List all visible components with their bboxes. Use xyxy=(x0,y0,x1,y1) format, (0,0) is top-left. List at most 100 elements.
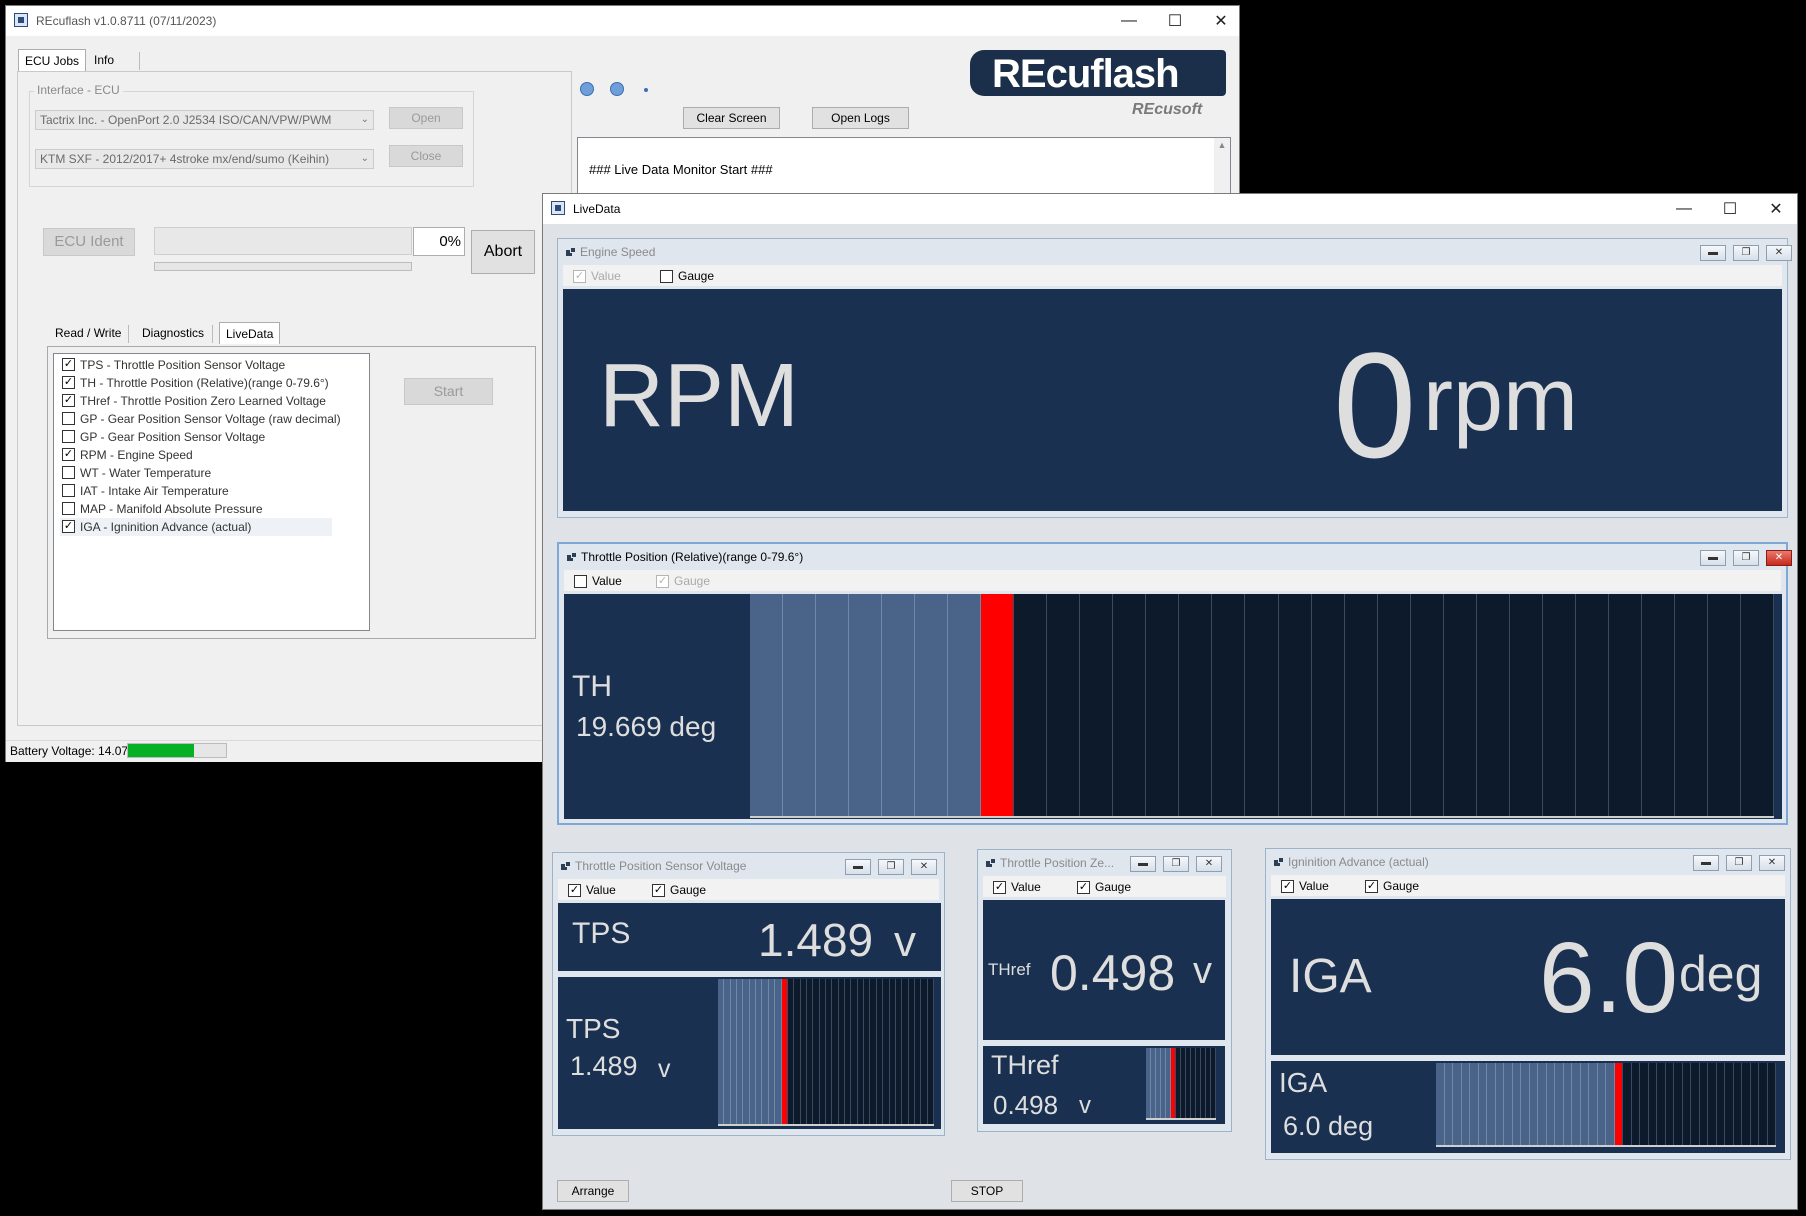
list-item[interactable]: WT - Water Temperature xyxy=(60,464,332,482)
tab-diagnostics[interactable]: Diagnostics xyxy=(136,322,210,344)
engine-speed-options: ✓ Value Gauge xyxy=(563,265,1782,286)
tab-livedata[interactable]: LiveData xyxy=(219,322,281,344)
thref-panel-titlebar[interactable]: Throttle Position Ze... ▬ ❐ ✕ xyxy=(978,850,1231,876)
list-item[interactable]: ✓ THref - Throttle Position Zero Learned … xyxy=(60,392,332,410)
value-checkbox[interactable]: ✓ xyxy=(568,884,581,897)
maximize-icon[interactable]: ☐ xyxy=(1707,194,1753,224)
engine-speed-panel-titlebar[interactable]: Engine Speed ▬ ❐ ✕ xyxy=(558,239,1792,265)
list-item-checkbox[interactable]: ✓ xyxy=(62,394,75,407)
iga-panel-titlebar[interactable]: Igninition Advance (actual) ▬ ❐ ✕ xyxy=(1266,849,1790,875)
iga-panel: Igninition Advance (actual) ▬ ❐ ✕ ✓ Value… xyxy=(1265,848,1791,1160)
panel-icon xyxy=(567,552,577,562)
restore-icon[interactable]: ❐ xyxy=(878,859,904,875)
restore-icon[interactable]: ❐ xyxy=(1733,550,1759,566)
log-text: ### Live Data Monitor Start ### xyxy=(589,162,773,177)
restore-icon[interactable]: ❐ xyxy=(1163,856,1189,872)
thref-gauge-label: THref xyxy=(991,1050,1059,1080)
rpm-unit: rpm xyxy=(1423,350,1578,450)
stop-button[interactable]: STOP xyxy=(951,1180,1023,1202)
list-item-checkbox[interactable]: ✓ xyxy=(62,376,75,389)
ecu-ident-button[interactable]: ECU Ident xyxy=(43,228,135,256)
maximize-icon[interactable]: ☐ xyxy=(1152,6,1198,36)
restore-icon[interactable]: ❐ xyxy=(1733,245,1759,261)
main-window-title: REcuflash v1.0.8711 (07/11/2023) xyxy=(36,14,217,28)
gauge-bar-segment xyxy=(1623,1063,1632,1145)
ecu-select[interactable]: KTM SXF - 2012/2017+ 4stroke mx/end/sumo… xyxy=(35,149,374,169)
status-dot-1 xyxy=(580,82,594,96)
throttle-panel-titlebar[interactable]: Throttle Position (Relative)(range 0-79.… xyxy=(559,544,1792,570)
list-item-checkbox[interactable] xyxy=(62,484,75,497)
list-item[interactable]: MAP - Manifold Absolute Pressure xyxy=(60,500,332,518)
main-titlebar[interactable]: REcuflash v1.0.8711 (07/11/2023) — ☐ ✕ xyxy=(6,6,1239,36)
close-icon[interactable]: ✕ xyxy=(1753,194,1799,224)
interface-group xyxy=(29,91,474,187)
list-item-checkbox[interactable]: ✓ xyxy=(62,520,75,533)
list-item[interactable]: ✓ TH - Throttle Position (Relative)(range… xyxy=(60,374,332,392)
gauge-bar-segment xyxy=(849,594,883,816)
value-checkbox[interactable]: ✓ xyxy=(1281,880,1294,893)
gauge-bar-segment xyxy=(1546,1063,1555,1145)
tab-info[interactable]: Info xyxy=(88,49,120,71)
tab-ecu-jobs[interactable]: ECU Jobs xyxy=(18,49,87,71)
minimize-icon[interactable]: ▬ xyxy=(845,859,871,875)
minimize-icon[interactable]: — xyxy=(1106,6,1152,36)
gauge-bar-segment xyxy=(1575,594,1609,816)
thref-options: ✓ Value ✓ Gauge xyxy=(983,876,1226,897)
close-icon[interactable]: ✕ xyxy=(1759,855,1785,871)
minimize-icon[interactable]: ▬ xyxy=(1700,245,1726,261)
gauge-checkbox[interactable]: ✓ xyxy=(1365,880,1378,893)
list-item[interactable]: ✓ RPM - Engine Speed xyxy=(60,446,332,464)
livedata-titlebar[interactable]: LiveData — ☐ ✕ xyxy=(543,194,1797,224)
list-item-checkbox[interactable] xyxy=(62,466,75,479)
close-icon[interactable]: ✕ xyxy=(1766,245,1792,261)
battery-voltage-label: Battery Voltage: 14.07 xyxy=(10,744,129,758)
list-item[interactable]: GP - Gear Position Sensor Voltage xyxy=(60,428,332,446)
value-checkbox[interactable]: ✓ xyxy=(993,881,1006,894)
list-item[interactable]: GP - Gear Position Sensor Voltage (raw d… xyxy=(60,410,341,428)
interface-select[interactable]: Tactrix Inc. - OpenPort 2.0 J2534 ISO/CA… xyxy=(35,110,374,130)
restore-icon[interactable]: ❐ xyxy=(1726,855,1752,871)
list-item-checkbox[interactable] xyxy=(62,412,75,425)
close-button[interactable]: Close xyxy=(389,145,463,167)
gauge-bar-segment xyxy=(1453,1063,1462,1145)
gauge-option-label: Gauge xyxy=(1383,879,1420,893)
parameter-list[interactable]: ✓ TPS - Throttle Position Sensor Voltage ✓… xyxy=(53,353,370,631)
list-item[interactable]: ✓ TPS - Throttle Position Sensor Voltage xyxy=(60,356,332,374)
minimize-icon[interactable]: — xyxy=(1661,194,1707,224)
gauge-checkbox[interactable]: ✓ xyxy=(656,575,669,588)
list-item-checkbox[interactable]: ✓ xyxy=(62,358,75,371)
minimize-icon[interactable]: ▬ xyxy=(1700,550,1726,566)
panel-icon xyxy=(566,247,576,257)
list-item-label: TH - Throttle Position (Relative)(range … xyxy=(80,376,329,390)
gauge-bar-segment xyxy=(1443,594,1477,816)
gauge-checkbox[interactable]: ✓ xyxy=(652,884,665,897)
list-item-label: WT - Water Temperature xyxy=(80,466,212,480)
close-icon[interactable]: ✕ xyxy=(1198,6,1244,36)
list-item[interactable]: IAT - Intake Air Temperature xyxy=(60,482,332,500)
open-button[interactable]: Open xyxy=(389,107,463,129)
gauge-bar-segment xyxy=(1648,1063,1657,1145)
value-checkbox[interactable]: ✓ xyxy=(573,270,586,283)
start-button[interactable]: Start xyxy=(404,378,493,405)
minimize-icon[interactable]: ▬ xyxy=(1130,856,1156,872)
scroll-up-icon[interactable]: ▲ xyxy=(1214,138,1230,152)
tps-panel-titlebar[interactable]: Throttle Position Sensor Voltage ▬ ❐ ✕ xyxy=(553,853,944,879)
close-icon[interactable]: ✕ xyxy=(1196,856,1222,872)
close-icon[interactable]: ✕ xyxy=(911,859,937,875)
list-item-checkbox[interactable]: ✓ xyxy=(62,448,75,461)
open-logs-button[interactable]: Open Logs xyxy=(812,107,909,129)
list-item[interactable]: ✓ IGA - Igninition Advance (actual) xyxy=(60,518,332,536)
arrange-button[interactable]: Arrange xyxy=(557,1180,629,1202)
value-checkbox[interactable] xyxy=(574,575,587,588)
minimize-icon[interactable]: ▬ xyxy=(1693,855,1719,871)
list-item-checkbox[interactable] xyxy=(62,502,75,515)
list-item-checkbox[interactable] xyxy=(62,430,75,443)
tab-read-write[interactable]: Read / Write xyxy=(49,322,127,344)
abort-button[interactable]: Abort xyxy=(471,230,535,274)
gauge-checkbox[interactable]: ✓ xyxy=(1077,881,1090,894)
gauge-bar-segment xyxy=(1509,594,1543,816)
gauge-checkbox[interactable] xyxy=(660,270,673,283)
close-icon[interactable]: ✕ xyxy=(1766,550,1792,566)
clear-screen-button[interactable]: Clear Screen xyxy=(683,107,780,129)
gauge-bar-segment xyxy=(1542,594,1576,816)
